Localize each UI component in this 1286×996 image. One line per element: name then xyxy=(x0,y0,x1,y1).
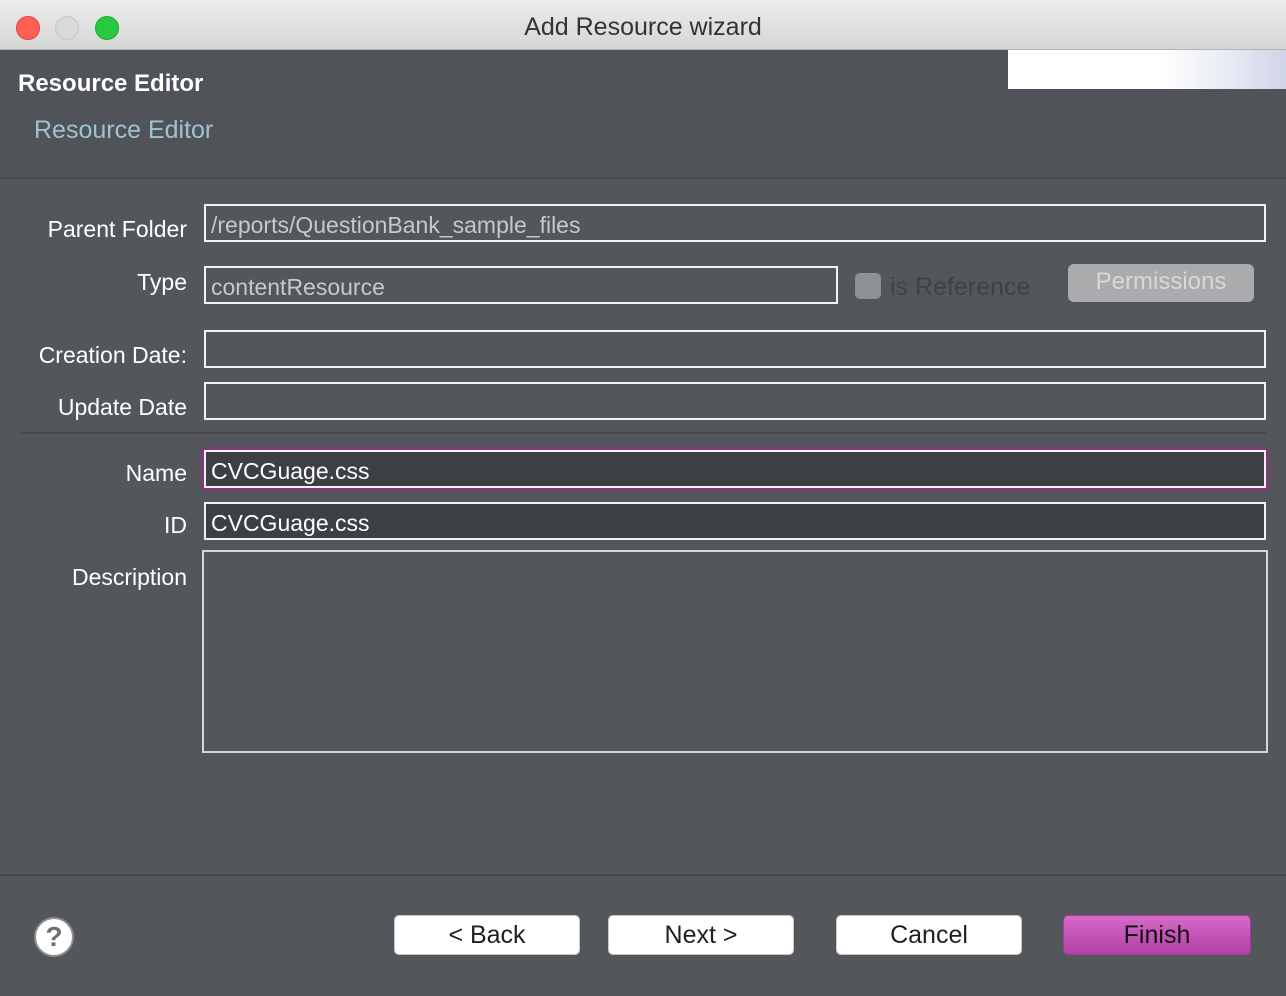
is-reference-label: is Reference xyxy=(890,273,1031,301)
name-input[interactable]: CVCGuage.css xyxy=(204,450,1266,488)
description-label: Description xyxy=(71,564,187,590)
name-label: Name xyxy=(125,460,187,486)
creation-date-label: Creation Date: xyxy=(38,342,187,368)
page-description: Resource Editor xyxy=(34,116,214,144)
description-textarea[interactable] xyxy=(202,550,1268,753)
next-button[interactable]: Next > xyxy=(608,915,794,955)
update-date-field[interactable] xyxy=(204,382,1266,420)
permissions-button[interactable]: Permissions xyxy=(1068,264,1254,302)
back-button[interactable]: < Back xyxy=(394,915,580,955)
id-label: ID xyxy=(164,512,187,538)
banner-image xyxy=(1008,50,1286,89)
is-reference-checkbox[interactable] xyxy=(855,273,881,299)
page-title: Resource Editor xyxy=(18,70,204,97)
footer-divider xyxy=(0,874,1286,876)
creation-date-field[interactable] xyxy=(204,330,1266,368)
type-field[interactable]: contentResource xyxy=(204,266,838,304)
wizard-banner: Resource Editor Resource Editor xyxy=(0,50,1286,179)
cancel-button[interactable]: Cancel xyxy=(836,915,1022,955)
type-label: Type xyxy=(137,269,187,295)
finish-button[interactable]: Finish xyxy=(1063,915,1251,955)
parent-folder-label: Parent Folder xyxy=(47,216,187,242)
id-input[interactable]: CVCGuage.css xyxy=(204,502,1266,540)
section-divider xyxy=(20,432,1266,434)
window-title: Add Resource wizard xyxy=(524,13,762,41)
parent-folder-field[interactable]: /reports/QuestionBank_sample_files xyxy=(204,204,1266,242)
title-bar: Add Resource wizard xyxy=(0,0,1286,50)
update-date-label: Update Date xyxy=(57,394,187,420)
help-icon[interactable]: ? xyxy=(34,917,74,957)
